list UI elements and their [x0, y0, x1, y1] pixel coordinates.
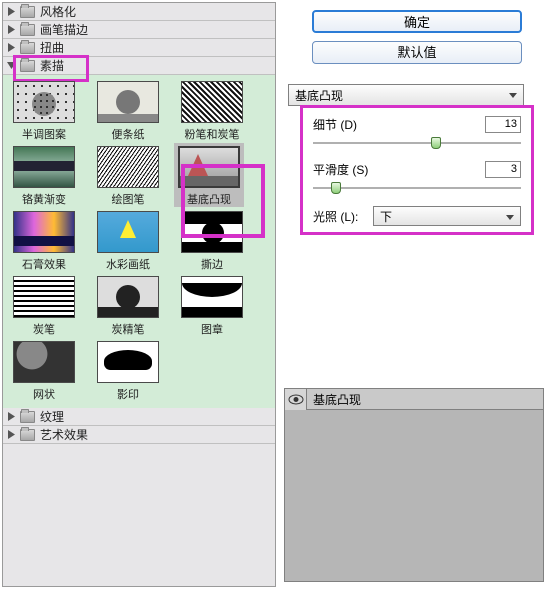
folder-icon [20, 6, 35, 18]
thumb-halftone[interactable]: 半调图案 [9, 81, 79, 142]
category-label: 纹理 [40, 408, 64, 425]
triangle-right-icon [7, 25, 16, 34]
eye-icon [288, 394, 304, 405]
thumb-graphicpen[interactable]: 绘图笔 [93, 146, 163, 207]
triangle-right-icon [7, 43, 16, 52]
thumb-charcoal[interactable]: 炭笔 [9, 276, 79, 337]
thumb-label: 水彩画纸 [106, 256, 150, 272]
thumb-chrome[interactable]: 铬黄渐变 [9, 146, 79, 207]
category-artistic[interactable]: 艺术效果 [3, 426, 275, 444]
thumb-notepaper[interactable]: 便条纸 [93, 81, 163, 142]
folder-icon [20, 42, 35, 54]
filter-params-panel: 细节 (D) 13 平滑度 (S) 3 光照 (L): 下 [300, 105, 534, 235]
effect-layer-row[interactable]: 基底凸现 [285, 389, 543, 410]
smooth-value[interactable]: 3 [485, 161, 521, 178]
category-brush[interactable]: 画笔描边 [3, 21, 275, 39]
thumb-conte[interactable]: 炭精笔 [93, 276, 163, 337]
thumb-basrelief[interactable]: 基底凸现 [174, 143, 244, 207]
thumb-label: 图章 [201, 321, 223, 337]
thumb-label: 影印 [117, 386, 139, 402]
thumb-label: 粉笔和炭笔 [185, 126, 240, 142]
category-label: 风格化 [40, 3, 76, 20]
thumb-reticulation[interactable]: 网状 [9, 341, 79, 402]
detail-slider[interactable] [313, 137, 521, 151]
thumb-label: 基底凸现 [187, 191, 231, 207]
smooth-slider[interactable] [313, 182, 521, 196]
thumb-label: 炭笔 [33, 321, 55, 337]
thumb-label: 半调图案 [22, 126, 66, 142]
category-label: 扭曲 [40, 39, 64, 56]
thumb-stamp[interactable]: 图章 [177, 276, 247, 337]
thumb-waterpaper[interactable]: 水彩画纸 [93, 211, 163, 272]
ok-button[interactable]: 确定 [312, 10, 522, 33]
category-label: 画笔描边 [40, 21, 88, 38]
defaults-button[interactable]: 默认值 [312, 41, 522, 64]
folder-icon [20, 411, 35, 423]
filter-library-panel: 风格化 画笔描边 扭曲 素描 半调图案 便条纸 粉笔和炭笔 [2, 2, 276, 587]
effect-layer-label: 基底凸现 [307, 391, 361, 408]
action-buttons: 确定 默认值 [288, 10, 546, 72]
chevron-down-icon [509, 93, 517, 98]
folder-icon [20, 60, 35, 72]
thumb-label: 绘图笔 [112, 191, 145, 207]
thumb-label: 撕边 [201, 256, 223, 272]
thumb-label: 铬黄渐变 [22, 191, 66, 207]
thumb-label: 炭精笔 [112, 321, 145, 337]
light-label: 光照 (L): [313, 208, 373, 225]
thumb-photocopy[interactable]: 影印 [93, 341, 163, 402]
category-label: 素描 [40, 57, 64, 74]
folder-icon [20, 24, 35, 36]
smooth-label: 平滑度 (S) [313, 161, 485, 178]
category-distort[interactable]: 扭曲 [3, 39, 275, 57]
category-sketch[interactable]: 素描 [3, 57, 275, 75]
thumb-label: 石膏效果 [22, 256, 66, 272]
triangle-right-icon [7, 430, 16, 439]
visibility-toggle[interactable] [285, 389, 307, 410]
triangle-down-icon [7, 61, 16, 70]
filter-select-value: 基底凸现 [295, 87, 343, 104]
category-stylize[interactable]: 风格化 [3, 3, 275, 21]
thumb-tornedge[interactable]: 撕边 [177, 211, 247, 272]
category-label: 艺术效果 [40, 426, 88, 443]
folder-icon [20, 429, 35, 441]
category-texture[interactable]: 纹理 [3, 408, 275, 426]
thumb-plaster[interactable]: 石膏效果 [9, 211, 79, 272]
thumbnail-grid: 半调图案 便条纸 粉笔和炭笔 铬黄渐变 绘图笔 基底凸现 [3, 75, 275, 408]
triangle-right-icon [7, 412, 16, 421]
light-select-value: 下 [380, 208, 392, 225]
effect-stack-panel: 基底凸现 [284, 388, 544, 582]
thumb-label: 网状 [33, 386, 55, 402]
chevron-down-icon [506, 215, 514, 220]
thumb-chalk[interactable]: 粉笔和炭笔 [177, 81, 247, 142]
filter-select[interactable]: 基底凸现 [288, 84, 524, 106]
triangle-right-icon [7, 7, 16, 16]
detail-value[interactable]: 13 [485, 116, 521, 133]
light-select[interactable]: 下 [373, 206, 521, 226]
thumb-label: 便条纸 [112, 126, 145, 142]
detail-label: 细节 (D) [313, 116, 485, 133]
